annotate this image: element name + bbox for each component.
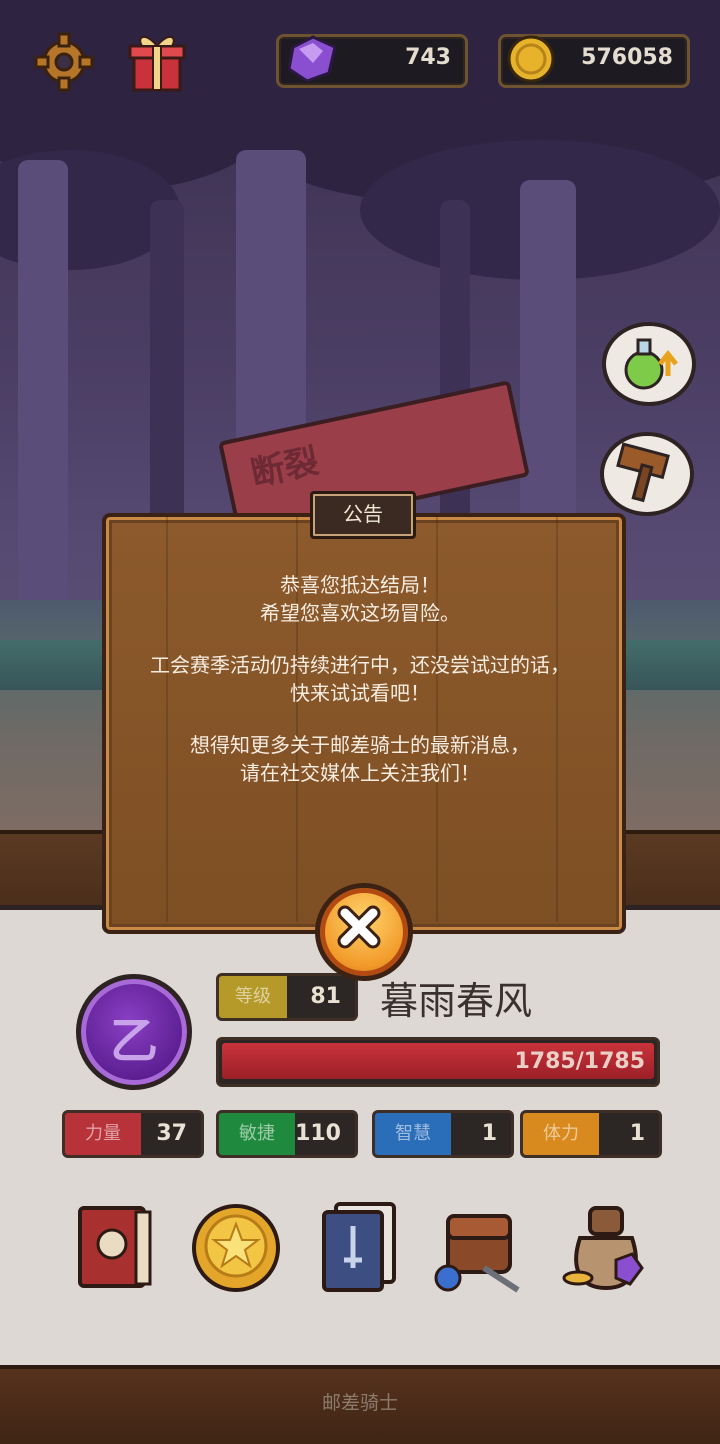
dialog-line-1: 恭喜您抵达结局！ (280, 573, 440, 597)
stat-label-agility: 敏捷 (219, 1113, 295, 1155)
potion-icon (624, 338, 678, 390)
stat-value-stamina: 1 (629, 1121, 645, 1146)
close-dialog-button[interactable] (315, 883, 413, 981)
close-icon (337, 905, 381, 949)
potion-upgrade-button[interactable] (602, 322, 696, 406)
stat-strength: 力量 37 (62, 1110, 204, 1158)
stat-agility: 敏捷 110 (216, 1110, 358, 1158)
stat-label-strength: 力量 (65, 1113, 141, 1155)
footer-title: 邮差骑士 (321, 1392, 398, 1414)
coin-count: 576058 (581, 45, 673, 70)
coin-counter: 576058 (498, 34, 690, 88)
star-coin-icon[interactable] (190, 1198, 282, 1294)
stat-label-wisdom: 智慧 (375, 1113, 451, 1155)
hp-text: 1785/1785 (514, 1049, 646, 1074)
settings-gear-icon[interactable] (34, 32, 94, 92)
book-icon[interactable] (72, 1198, 164, 1294)
gold-coin-icon (507, 35, 555, 83)
player-name: 暮雨春风 (380, 979, 533, 1023)
hammer-button[interactable] (600, 432, 694, 516)
guild-emblem-avatar[interactable]: 乙 (76, 974, 192, 1090)
gift-box-icon[interactable] (126, 30, 188, 94)
dialog-line-3: 工会赛季活动仍持续进行中，还没尝试过的话， (150, 653, 570, 677)
level-value: 81 (310, 984, 341, 1009)
emblem-glyph: 乙 (109, 1013, 158, 1069)
stat-value-strength: 37 (156, 1121, 187, 1146)
purple-gem-icon (287, 35, 337, 83)
gem-count: 743 (405, 45, 451, 70)
gem-counter: 743 (276, 34, 468, 88)
stat-stamina: 体力 1 (520, 1110, 662, 1158)
stat-label-stamina: 体力 (523, 1113, 599, 1155)
dialog-line-6: 请在社交媒体上关注我们！ (240, 761, 480, 785)
dialog-title-plate: 公告 (310, 491, 416, 539)
level-badge: 等级 81 (216, 973, 358, 1021)
dialog-line-2: 希望您喜欢这场冒险。 (260, 601, 460, 625)
stat-value-wisdom: 1 (481, 1121, 497, 1146)
stat-wisdom: 智慧 1 (372, 1110, 514, 1158)
dialog-title: 公告 (343, 502, 383, 526)
stat-value-agility: 110 (295, 1121, 341, 1146)
loot-bag-icon[interactable] (560, 1198, 652, 1294)
hammer-icon (616, 442, 670, 503)
dialog-line-4: 快来试试看吧！ (290, 681, 430, 705)
backpack-icon[interactable] (434, 1198, 526, 1294)
level-label: 等级 (219, 976, 287, 1018)
dialog-line-5: 想得知更多关于邮差骑士的最新消息， (190, 733, 530, 757)
card-deck-icon[interactable] (314, 1198, 406, 1294)
hp-bar: 1785/1785 (216, 1037, 660, 1087)
